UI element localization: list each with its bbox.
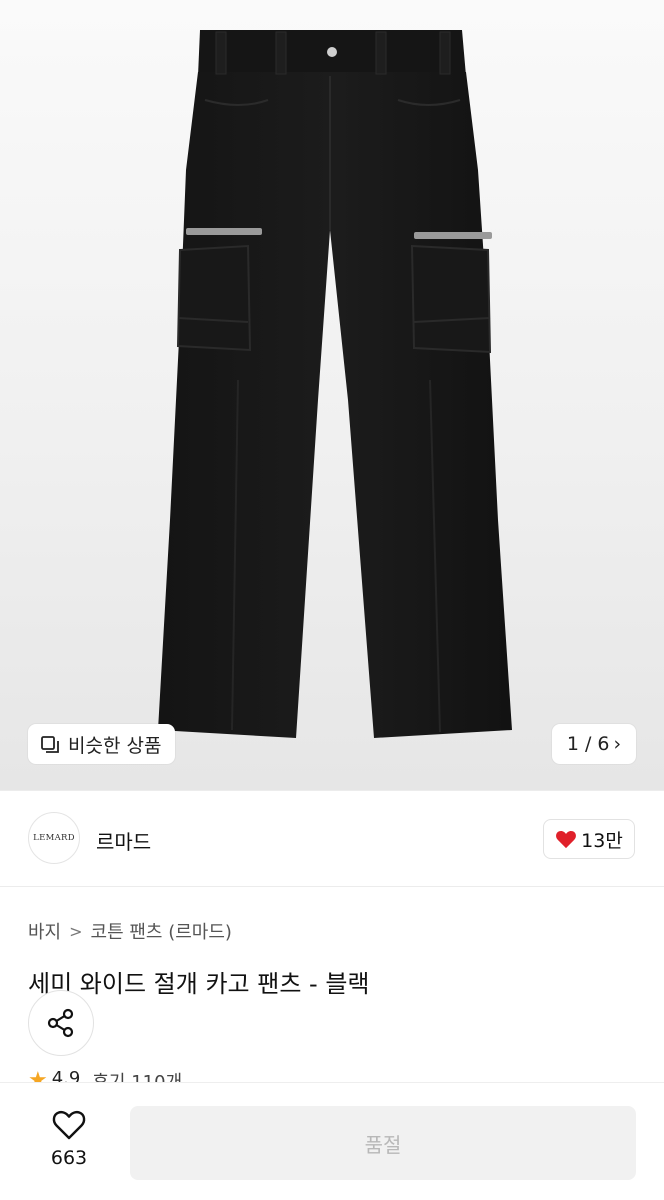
chevron-right-icon: › [613, 733, 622, 755]
brand-like-count: 13만 [581, 829, 623, 852]
heart-outline-icon [52, 1110, 86, 1140]
share-button[interactable] [28, 990, 94, 1056]
brand-logo-text: LEMARD [33, 833, 75, 843]
soldout-button[interactable]: 품절 [130, 1106, 636, 1180]
divider [0, 886, 664, 887]
product-image-gallery[interactable]: 비슷한 상품 1 / 6 › [0, 0, 664, 790]
brand-name[interactable]: 르마드 [96, 826, 151, 855]
share-icon [47, 1008, 74, 1038]
brand-like-button[interactable]: 13만 [543, 819, 635, 859]
product-title: 세미 와이드 절개 카고 팬츠 - 블랙 [28, 970, 370, 998]
image-pager-text: 1 / 6 [566, 733, 610, 755]
divider [0, 790, 664, 791]
similar-items-icon [41, 736, 59, 753]
breadcrumb-item-subcategory[interactable]: 코튼 팬츠 (르마드) [91, 918, 232, 944]
wishlist-count: 663 [50, 1147, 88, 1169]
breadcrumb-item-category[interactable]: 바지 [28, 918, 61, 944]
bottom-action-bar: 663 품절 [0, 1082, 664, 1200]
brand-logo[interactable]: LEMARD [28, 812, 80, 864]
image-pager[interactable]: 1 / 6 › [552, 724, 636, 764]
similar-items-label: 비슷한 상품 [68, 734, 162, 757]
chevron-right-icon: > [69, 921, 83, 941]
wishlist-button[interactable]: 663 [38, 1109, 100, 1169]
breadcrumb: 바지 > 코튼 팬츠 (르마드) [28, 918, 232, 944]
similar-items-button[interactable]: 비슷한 상품 [28, 724, 176, 764]
heart-filled-icon [556, 830, 577, 849]
product-image [158, 30, 512, 738]
